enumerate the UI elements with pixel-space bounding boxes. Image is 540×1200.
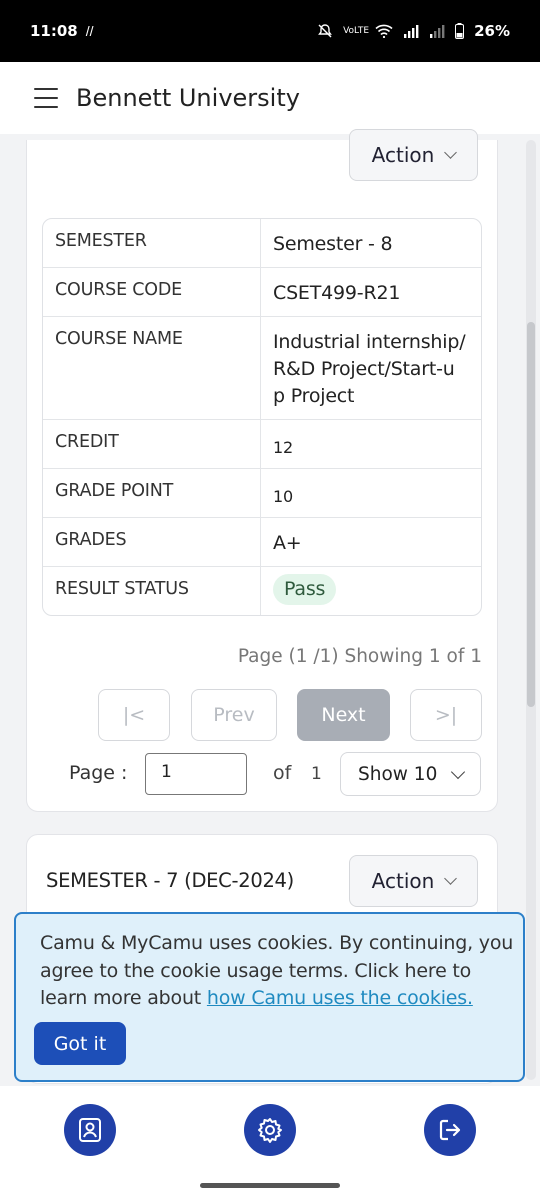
logout-button[interactable] [424, 1104, 476, 1156]
last-page-button[interactable]: >| [410, 689, 482, 741]
battery-icon [455, 23, 465, 39]
battery-level: 26% [474, 22, 510, 40]
next-page-button[interactable]: Next [297, 689, 390, 741]
status-bar: 11:08 // VoLTE 26% [0, 0, 540, 62]
chevron-down-icon [444, 146, 458, 159]
row-value: 12 [273, 438, 293, 457]
volte-label: VoLTE [343, 25, 370, 36]
mute-icon [318, 24, 332, 38]
course-name-line: R&D Project/Start-u [273, 358, 455, 380]
cookie-banner: Camu & MyCamu uses cookies. By continuin… [14, 912, 525, 1082]
profile-icon [79, 1118, 101, 1142]
logout-icon [439, 1119, 461, 1141]
cookie-message: Camu & MyCamu uses cookies. By continuin… [40, 930, 516, 1013]
prev-page-button[interactable]: Prev [191, 689, 277, 741]
row-label: SEMESTER [43, 219, 261, 267]
page-number-input[interactable]: 1 [145, 753, 247, 795]
action-label: Action [371, 143, 435, 167]
course-details-table: SEMESTER Semester - 8 COURSE CODE CSET49… [42, 218, 482, 616]
chevron-down-icon [444, 872, 458, 885]
page-size-select[interactable]: Show 10 [340, 752, 481, 796]
chevron-down-icon [450, 764, 466, 780]
table-row: GRADE POINT 10 [43, 469, 481, 518]
table-row: GRADES A+ [43, 518, 481, 567]
action-dropdown-button[interactable]: Action [349, 129, 478, 181]
got-it-button[interactable]: Got it [34, 1022, 126, 1065]
page-title: Bennett University [76, 84, 300, 112]
first-page-button[interactable]: |< [98, 689, 170, 741]
course-name-value: Industrial internship/ R&D Project/Start… [261, 317, 481, 419]
row-label: GRADE POINT [43, 469, 261, 517]
semester-title: SEMESTER - 7 (DEC-2024) [46, 869, 294, 892]
table-row: CREDIT 12 [43, 420, 481, 469]
row-value: 10 [273, 487, 293, 506]
cookie-policy-link[interactable]: how Camu uses the cookies. [207, 987, 473, 1009]
row-label: COURSE NAME [43, 317, 261, 419]
page-label: Page : [69, 762, 128, 784]
app-header: Bennett University [0, 62, 540, 134]
bottom-nav [0, 1086, 540, 1200]
wifi-icon [375, 24, 393, 38]
status-badge: Pass [273, 574, 337, 605]
row-label: GRADES [43, 518, 261, 566]
action-dropdown-button[interactable]: Action [349, 855, 478, 907]
course-name-line: p Project [273, 385, 355, 407]
status-time-extra: // [85, 23, 94, 39]
row-label: COURSE CODE [43, 268, 261, 316]
of-label: of [273, 762, 292, 784]
action-label: Action [371, 869, 435, 893]
scrollbar-thumb[interactable] [527, 322, 535, 707]
status-icons: VoLTE 26% [317, 22, 510, 40]
row-value: CSET499-R21 [273, 282, 401, 304]
table-row: RESULT STATUS Pass [43, 567, 481, 615]
table-row: SEMESTER Semester - 8 [43, 219, 481, 268]
pagination-info: Page (1 /1) Showing 1 of 1 [237, 646, 482, 667]
menu-icon[interactable] [34, 88, 58, 108]
signal-icon [404, 25, 419, 38]
row-label: RESULT STATUS [43, 567, 261, 615]
gesture-handle[interactable] [200, 1183, 340, 1188]
row-label: CREDIT [43, 420, 261, 468]
signal-weak-icon [430, 25, 445, 38]
row-value: A+ [273, 532, 302, 554]
status-time: 11:08 [30, 22, 78, 40]
settings-icon [258, 1118, 282, 1143]
total-pages: 1 [311, 764, 322, 784]
table-row: COURSE NAME Industrial internship/ R&D P… [43, 317, 481, 420]
settings-button[interactable] [244, 1104, 296, 1156]
profile-button[interactable] [64, 1104, 116, 1156]
row-value: Pass [261, 567, 481, 615]
row-value: Semester - 8 [273, 233, 393, 255]
page-size-value: Show 10 [358, 763, 438, 785]
table-row: COURSE CODE CSET499-R21 [43, 268, 481, 317]
course-name-line: Industrial internship/ [273, 331, 466, 353]
